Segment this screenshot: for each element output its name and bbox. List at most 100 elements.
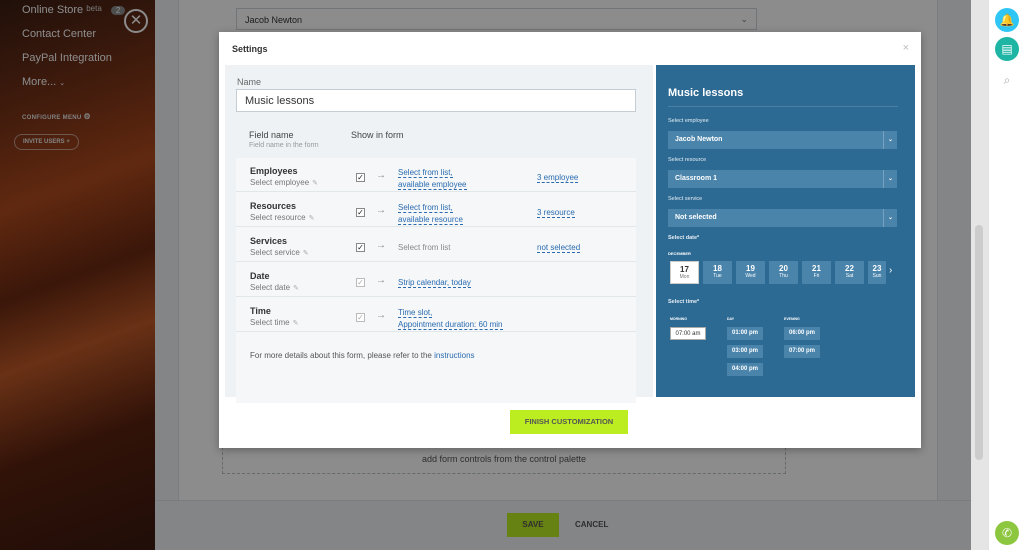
field-label-editable[interactable]: Select time ✎ <box>250 318 298 327</box>
chat-icon[interactable]: ▤ <box>995 37 1019 61</box>
date-label: Select date* <box>668 235 700 241</box>
source-link[interactable]: Strip calendar, today <box>398 277 471 289</box>
source-line-2: available employee <box>398 180 467 190</box>
name-input[interactable] <box>236 89 636 112</box>
source-line-1: Select from list <box>398 243 451 252</box>
day-cell[interactable]: 22 Sat <box>835 261 864 284</box>
pencil-icon[interactable]: ✎ <box>293 320 299 327</box>
field-label-text: Select employee <box>250 178 310 187</box>
day-cell[interactable]: 17 Mon <box>670 261 699 284</box>
field-row-date: Date Select date ✎ ✓ → Strip calendar, to… <box>236 263 636 297</box>
source-line-1: Strip calendar, today <box>398 278 471 288</box>
close-icon[interactable]: × <box>903 42 909 54</box>
source-link[interactable]: Select from list, available resource <box>398 202 463 226</box>
time-slot[interactable]: 04:00 pm <box>727 363 763 376</box>
preview-employee-select[interactable]: Jacob Newton ⌄ <box>668 131 897 149</box>
count-link[interactable]: 3 resource <box>537 208 575 218</box>
day-cell[interactable]: 19 Wed <box>736 261 765 284</box>
form-preview: Music lessons Select employee Jacob Newt… <box>656 65 915 397</box>
field-name: Time <box>250 306 271 316</box>
month-label: DECEMBER <box>668 251 691 256</box>
select-value: Jacob Newton <box>675 136 723 143</box>
field-settings-panel: Name Field name Field name in the form S… <box>225 65 653 403</box>
field-name: Date <box>250 271 270 281</box>
time-slot[interactable]: 01:00 pm <box>727 327 763 340</box>
field-label-text: Select date <box>250 283 291 292</box>
chevron-right-icon[interactable]: › <box>889 265 892 276</box>
field-name: Employees <box>250 166 298 176</box>
column-header-field-name: Field name <box>249 130 294 140</box>
preview-title: Music lessons <box>668 87 744 99</box>
field-label-editable[interactable]: Select employee ✎ <box>250 178 318 187</box>
day-cell[interactable]: 20 Thu <box>769 261 798 284</box>
time-label: Select time* <box>668 299 700 305</box>
field-label-editable[interactable]: Select date ✎ <box>250 283 299 292</box>
day-number: 22 <box>845 264 854 273</box>
pencil-icon[interactable]: ✎ <box>309 215 315 222</box>
day-weekday: Sat <box>845 273 854 279</box>
field-label-text: Select service <box>250 248 300 257</box>
pencil-icon[interactable]: ✎ <box>293 285 299 292</box>
settings-dialog: Settings × Name Field name Field name in… <box>219 32 921 448</box>
time-slot[interactable]: 07:00 pm <box>784 345 820 358</box>
day-weekday: Tue <box>713 273 722 279</box>
chevron-down-icon: ⌄ <box>883 170 897 188</box>
source-line-2: available resource <box>398 215 463 225</box>
field-name: Resources <box>250 201 297 211</box>
day-number: 21 <box>812 264 821 273</box>
pencil-icon[interactable]: ✎ <box>303 250 309 257</box>
show-in-form-checkbox[interactable]: ✓ <box>356 208 365 217</box>
field-label-editable[interactable]: Select service ✎ <box>250 248 309 257</box>
select-value: Classroom 1 <box>675 175 718 182</box>
name-label: Name <box>237 77 262 87</box>
instructions-link[interactable]: instructions <box>434 351 474 360</box>
day-number: 17 <box>680 265 689 274</box>
field-label-editable[interactable]: Select resource ✎ <box>250 213 314 222</box>
show-in-form-checkbox: ✓ <box>356 313 365 322</box>
finish-customization-button[interactable]: FINISH CUSTOMIZATION <box>510 410 628 434</box>
day-number: 18 <box>713 264 722 273</box>
show-in-form-checkbox: ✓ <box>356 278 365 287</box>
arrow-right-icon: → <box>376 240 386 251</box>
chevron-down-icon: ⌄ <box>883 209 897 227</box>
day-weekday: Sun <box>872 273 882 279</box>
source-line-1: Select from list, <box>398 168 453 178</box>
source-link[interactable]: Select from list, available employee <box>398 167 467 191</box>
source-link[interactable]: Time slot, Appointment duration: 60 min <box>398 307 503 331</box>
phone-icon[interactable]: ✆ <box>995 521 1019 545</box>
day-number: 19 <box>746 264 755 273</box>
day-weekday: Mon <box>679 274 690 280</box>
day-cell[interactable]: 18 Tue <box>703 261 732 284</box>
day-weekday: Wed <box>745 273 756 279</box>
preview-resource-select[interactable]: Classroom 1 ⌄ <box>668 170 897 188</box>
dialog-title: Settings <box>232 44 268 54</box>
preview-service-select[interactable]: Not selected ⌄ <box>668 209 897 227</box>
show-in-form-checkbox[interactable]: ✓ <box>356 243 365 252</box>
day-weekday: Thu <box>779 273 788 279</box>
divider <box>668 106 898 107</box>
field-row-resources: Resources Select resource ✎ ✓ → Select fr… <box>236 193 636 227</box>
column-header-show-in-form: Show in form <box>351 130 404 140</box>
right-toolbar: 🔔 ▤ ⌕ ✆ <box>988 0 1024 550</box>
pencil-icon[interactable]: ✎ <box>312 180 318 187</box>
day-cell[interactable]: 23 Sun <box>868 261 886 284</box>
resource-label: Select resource <box>668 157 707 163</box>
service-label: Select service <box>668 196 703 202</box>
show-in-form-checkbox[interactable]: ✓ <box>356 173 365 182</box>
bell-icon[interactable]: 🔔 <box>995 8 1019 32</box>
time-slot[interactable]: 07:00 am <box>670 327 706 340</box>
time-slot[interactable]: 06:00 pm <box>784 327 820 340</box>
source-line-2: Appointment duration: 60 min <box>398 320 503 330</box>
day-weekday: Fri <box>813 273 820 279</box>
day-number: 23 <box>872 264 882 273</box>
morning-label: MORNING <box>670 317 687 321</box>
count-link[interactable]: not selected <box>537 243 581 253</box>
field-row-time: Time Select time ✎ ✓ → Time slot, Appointm… <box>236 298 636 332</box>
day-cell[interactable]: 21 Fri <box>802 261 831 284</box>
search-icon[interactable]: ⌕ <box>995 68 1019 92</box>
column-header-field-sub: Field name in the form <box>249 142 319 149</box>
arrow-right-icon: → <box>376 275 386 286</box>
scrollbar-thumb[interactable] <box>975 225 983 460</box>
count-link[interactable]: 3 employee <box>537 173 579 183</box>
time-slot[interactable]: 03:00 pm <box>727 345 763 358</box>
